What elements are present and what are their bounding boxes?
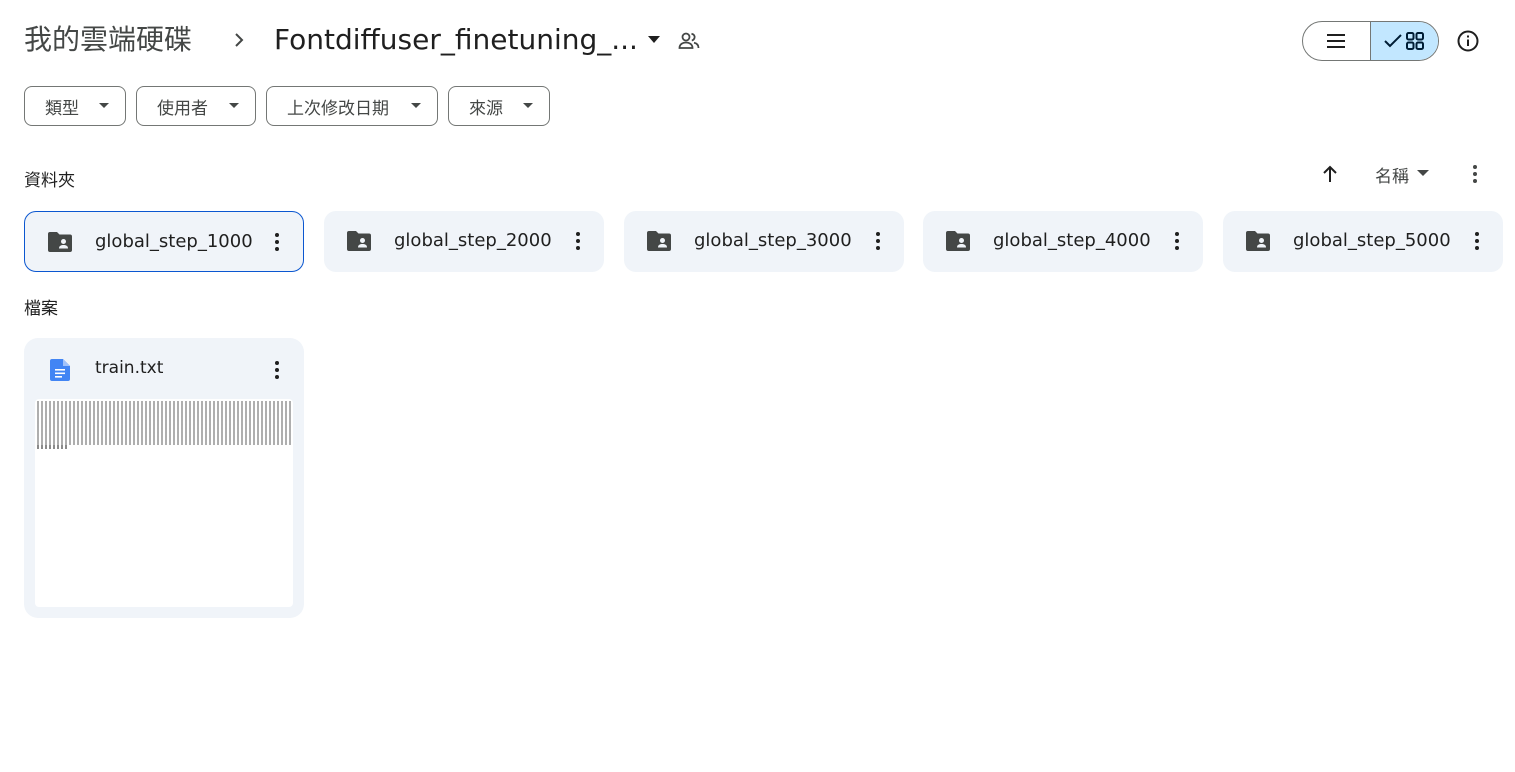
shared-folder-icon — [946, 231, 970, 251]
filter-type-chip[interactable]: 類型 — [24, 86, 126, 126]
header: 我的雲端硬碟 Fontdiffuser_finetuning_... — [0, 0, 1515, 82]
caret-down-icon — [99, 103, 109, 108]
info-icon — [1457, 30, 1479, 52]
more-vert-icon — [576, 232, 580, 250]
check-icon — [1384, 34, 1402, 48]
file-more-button[interactable] — [265, 357, 289, 383]
more-vert-icon — [1475, 232, 1479, 250]
filter-source-chip[interactable]: 來源 — [448, 86, 550, 126]
folder-more-button[interactable] — [1165, 228, 1189, 254]
list-view-icon — [1327, 34, 1346, 48]
folder-name: global_step_5000 — [1293, 230, 1451, 251]
breadcrumb-root[interactable]: 我的雲端硬碟 — [24, 20, 192, 60]
filter-chip-label: 類型 — [45, 98, 79, 119]
more-vert-icon — [275, 233, 279, 251]
caret-down-icon — [523, 103, 533, 108]
caret-down-icon — [1417, 170, 1429, 176]
caret-down-icon — [411, 103, 421, 108]
folder-more-button[interactable] — [866, 228, 890, 254]
folder-name: global_step_4000 — [993, 230, 1151, 251]
folder-card[interactable]: global_step_5000 — [1223, 211, 1503, 272]
file-thumbnail — [35, 399, 293, 607]
more-vert-icon — [876, 232, 880, 250]
filter-modified-chip[interactable]: 上次修改日期 — [266, 86, 438, 126]
files-section-title: 檔案 — [24, 299, 58, 319]
chevron-right-icon — [235, 33, 244, 47]
drive-page: 我的雲端硬碟 Fontdiffuser_finetuning_... 類型 使用… — [0, 0, 1515, 772]
folder-card[interactable]: global_step_4000 — [923, 211, 1203, 272]
folder-more-button[interactable] — [1465, 228, 1489, 254]
folder-card[interactable]: global_step_3000 — [624, 211, 904, 272]
sort-by-label: 名稱 — [1375, 166, 1409, 187]
folder-more-button[interactable] — [566, 228, 590, 254]
sort-by-button[interactable]: 名稱 — [1375, 160, 1429, 188]
filter-people-chip[interactable]: 使用者 — [136, 86, 256, 126]
more-options-button[interactable] — [1462, 160, 1488, 188]
thumbnail-text-preview — [37, 445, 67, 449]
folder-card[interactable]: global_step_2000 — [324, 211, 604, 272]
filter-chip-label: 來源 — [469, 98, 503, 119]
filter-chip-label: 使用者 — [157, 98, 208, 119]
view-toggle — [1302, 21, 1439, 61]
shared-people-icon[interactable] — [677, 29, 701, 53]
grid-view-button[interactable] — [1370, 22, 1438, 60]
more-vert-icon — [1473, 165, 1477, 183]
file-name: train.txt — [95, 358, 164, 378]
grid-view-icon — [1406, 32, 1425, 50]
folder-name: global_step_2000 — [394, 230, 552, 251]
folders-section-title: 資料夾 — [24, 171, 75, 191]
shared-folder-icon — [647, 231, 671, 251]
arrow-up-icon — [1323, 165, 1337, 182]
breadcrumb-current-label: Fontdiffuser_finetuning_... — [274, 23, 638, 56]
google-docs-icon — [50, 359, 70, 381]
file-card[interactable]: train.txt — [24, 338, 304, 618]
more-vert-icon — [275, 361, 279, 379]
caret-down-icon — [647, 36, 660, 43]
more-vert-icon — [1175, 232, 1179, 250]
shared-folder-icon — [347, 231, 371, 251]
list-view-button[interactable] — [1303, 22, 1371, 60]
details-button[interactable] — [1452, 25, 1484, 57]
shared-folder-icon — [1246, 231, 1270, 251]
folder-more-button[interactable] — [265, 229, 289, 255]
shared-folder-icon — [48, 232, 72, 252]
thumbnail-text-preview — [37, 401, 291, 445]
folder-card[interactable]: global_step_1000 — [24, 211, 304, 272]
folder-name: global_step_3000 — [694, 230, 852, 251]
filter-chip-label: 上次修改日期 — [287, 98, 389, 119]
caret-down-icon — [229, 103, 239, 108]
folder-name: global_step_1000 — [95, 231, 253, 252]
breadcrumb-current-folder[interactable]: Fontdiffuser_finetuning_... — [266, 20, 668, 60]
sort-direction-button[interactable] — [1316, 160, 1344, 188]
